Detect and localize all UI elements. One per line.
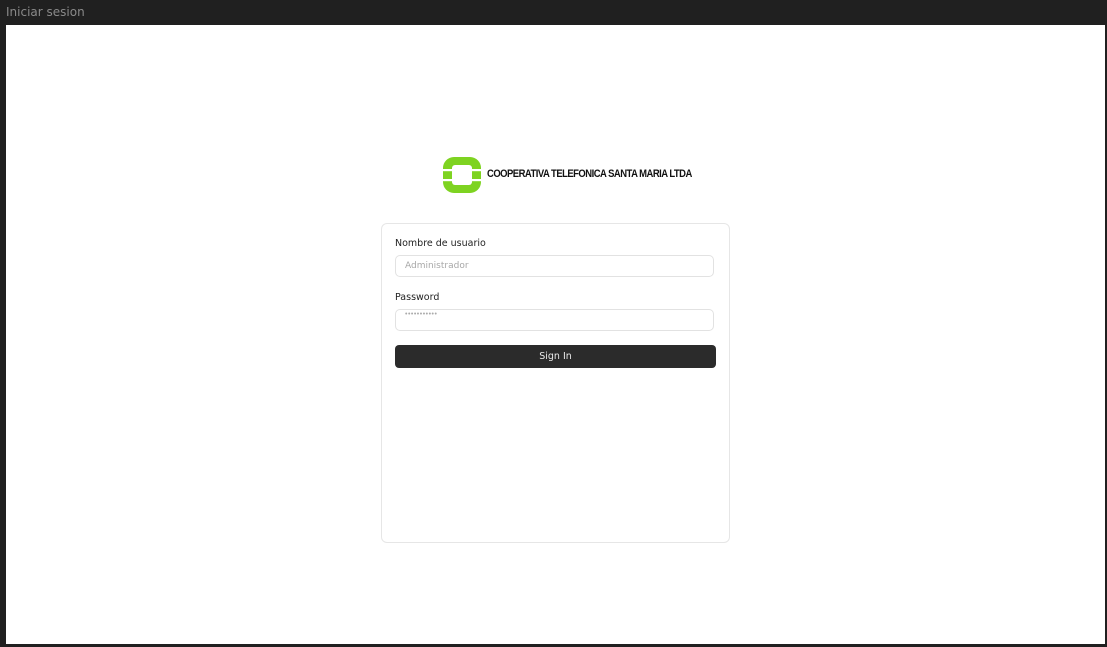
password-label: Password bbox=[395, 292, 440, 303]
login-page: COOPERATIVA TELEFONICA SANTA MARIA LTDA … bbox=[6, 25, 1105, 644]
password-input[interactable] bbox=[395, 309, 714, 331]
company-name: COOPERATIVA TELEFONICA SANTA MARIA LTDA bbox=[487, 168, 692, 180]
app-window: Iniciar sesion COOPERATIVA TELEFONICA SA… bbox=[0, 0, 1107, 647]
login-card: Nombre de usuario Password ••••••••••• S… bbox=[381, 223, 730, 543]
username-label: Nombre de usuario bbox=[395, 238, 486, 249]
window-title: Iniciar sesion bbox=[6, 5, 85, 19]
sign-in-button[interactable]: Sign In bbox=[395, 345, 716, 368]
title-bar: Iniciar sesion bbox=[0, 0, 1107, 25]
username-input[interactable] bbox=[395, 255, 714, 277]
company-logo: COOPERATIVA TELEFONICA SANTA MARIA LTDA bbox=[442, 157, 692, 195]
company-logo-icon bbox=[442, 157, 482, 193]
